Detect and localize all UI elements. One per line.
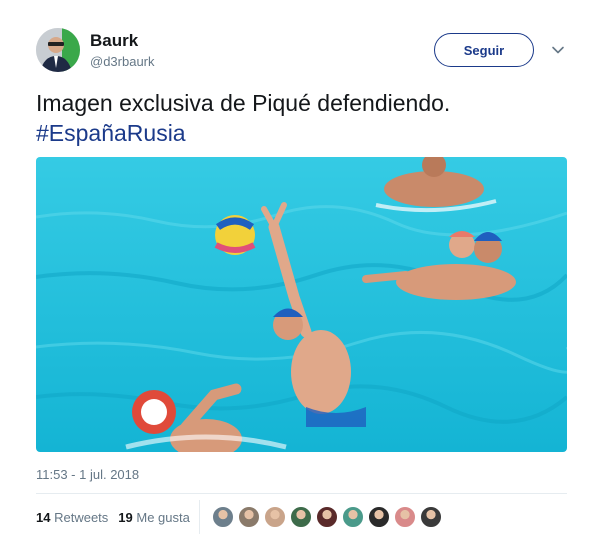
tweet-timestamp[interactable]: 11:53 - 1 jul. 2018 — [36, 467, 139, 482]
follow-button[interactable]: Seguir — [434, 33, 534, 67]
retweets-label: Retweets — [54, 510, 109, 525]
tweet-text: Imagen exclusiva de Piqué defendiendo. #… — [36, 88, 576, 148]
liker-avatar-5[interactable] — [316, 506, 338, 528]
liker-avatar-8[interactable] — [394, 506, 416, 528]
likers-avatars — [212, 506, 446, 528]
tweet-stats: 14 Retweets 19 Me gusta — [36, 510, 190, 525]
divider — [36, 493, 567, 494]
liker-avatar-1[interactable] — [212, 506, 234, 528]
liker-avatar-2[interactable] — [238, 506, 260, 528]
tweet-photo[interactable] — [36, 157, 567, 452]
liker-avatar-7[interactable] — [368, 506, 390, 528]
user-handle[interactable]: @d3rbaurk — [90, 54, 155, 69]
tweet-body: Imagen exclusiva de Piqué defendiendo. — [36, 90, 451, 116]
tweet-card: Baurk @d3rbaurk Seguir Imagen exclusiva … — [0, 0, 600, 540]
display-name[interactable]: Baurk — [90, 31, 138, 51]
hashtag-link[interactable]: #EspañaRusia — [36, 118, 576, 148]
user-avatar-icon[interactable] — [36, 28, 80, 72]
liker-avatar-3[interactable] — [264, 506, 286, 528]
chevron-down-icon[interactable] — [551, 43, 565, 57]
stats-separator — [199, 500, 200, 534]
liker-avatar-6[interactable] — [342, 506, 364, 528]
likes-stat[interactable]: 19 Me gusta — [118, 510, 190, 525]
retweets-stat[interactable]: 14 Retweets — [36, 510, 108, 525]
likes-label: Me gusta — [136, 510, 190, 525]
liker-avatar-4[interactable] — [290, 506, 312, 528]
likes-count: 19 — [118, 510, 133, 525]
liker-avatar-9[interactable] — [420, 506, 442, 528]
retweets-count: 14 — [36, 510, 51, 525]
